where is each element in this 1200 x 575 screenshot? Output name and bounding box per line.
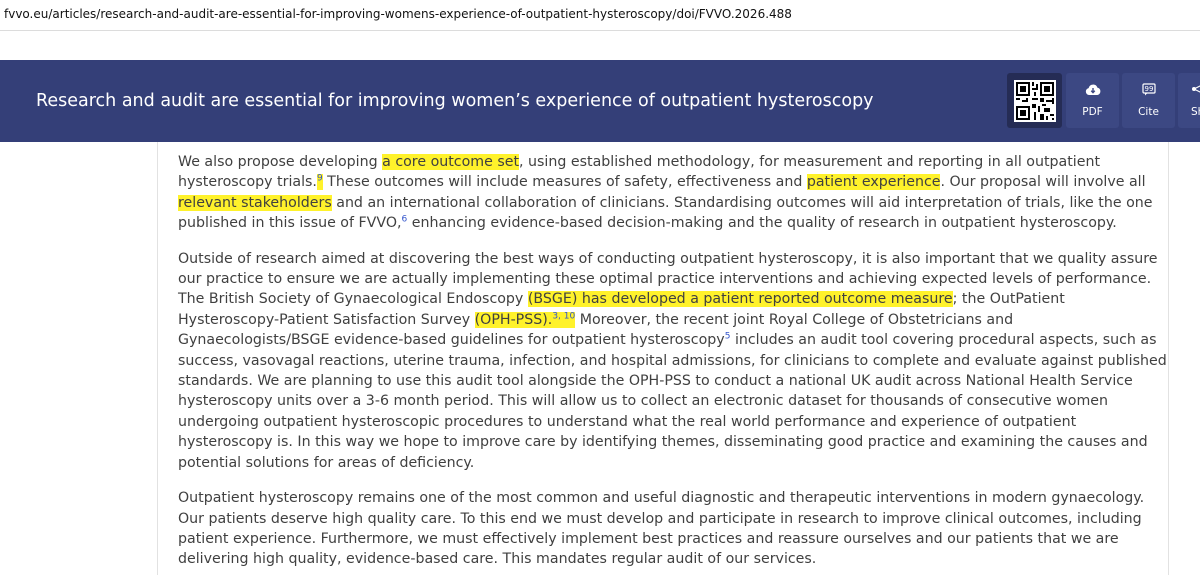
text-run: . Our proposal will involve all (940, 174, 1146, 191)
article-title: Research and audit are essential for imp… (36, 91, 874, 111)
qr-code-icon (1013, 79, 1056, 122)
highlight-patient-experience: patient experience (806, 174, 941, 191)
highlight-oph-pss: (OPH-PSS).3, 10 (474, 311, 576, 328)
quote-icon: 99 (1141, 81, 1156, 97)
qr-code[interactable] (1007, 73, 1062, 128)
text-run: includes an audit tool covering procedur… (178, 332, 1167, 471)
url-text: fvvo.eu/articles/research-and-audit-are-… (4, 7, 792, 21)
share-label: Sh (1191, 106, 1200, 118)
text-run: These outcomes will include measures of … (322, 174, 807, 191)
text-run: enhancing evidence-based decision-making… (407, 215, 1117, 232)
cite-label: Cite (1138, 106, 1159, 118)
article-body: We also propose developing a core outcom… (178, 152, 1168, 575)
paragraph-3: Outpatient hysteroscopy remains one of t… (178, 488, 1168, 570)
address-bar[interactable]: fvvo.eu/articles/research-and-audit-are-… (0, 0, 1200, 31)
cloud-download-icon (1085, 81, 1101, 97)
text-run: Outpatient hysteroscopy remains one of t… (178, 490, 1145, 568)
paragraph-2: Outside of research aimed at discovering… (178, 249, 1168, 473)
text-run: (OPH-PSS). (474, 311, 553, 328)
share-icon (1191, 81, 1200, 97)
pdf-label: PDF (1082, 106, 1103, 118)
reference-link-3-10[interactable]: 3, 10 (552, 311, 575, 321)
cite-button[interactable]: 99 Cite (1122, 73, 1175, 128)
highlight-relevant-stakeholders: relevant stakeholders (178, 194, 332, 211)
pdf-button[interactable]: PDF (1066, 73, 1119, 128)
svg-text:99: 99 (1144, 85, 1153, 93)
share-button[interactable]: Sh (1178, 73, 1200, 128)
highlight-core-outcome-set: a core outcome set (382, 154, 520, 170)
paragraph-1: We also propose developing a core outcom… (178, 152, 1168, 234)
highlight-bsge-prom: (BSGE) has developed a patient reported … (527, 291, 953, 308)
text-run: We also propose developing (178, 154, 383, 170)
